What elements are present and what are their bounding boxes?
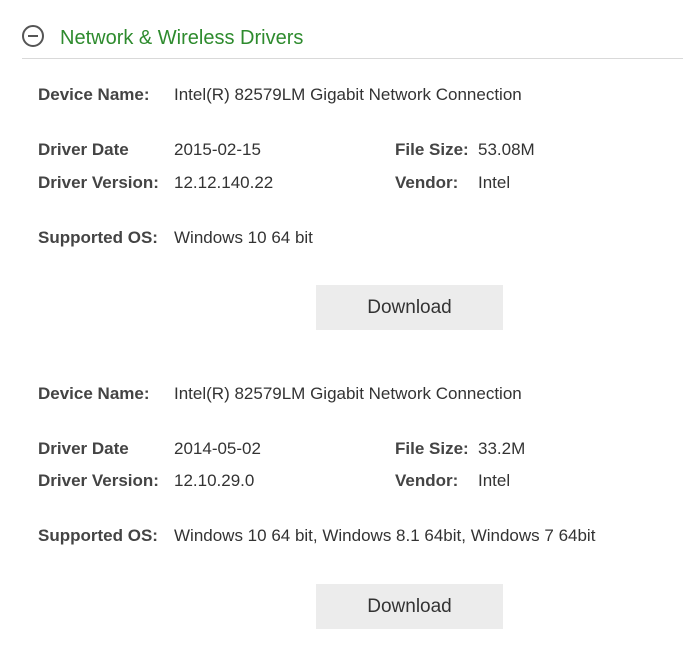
driver-date-value: 2014-05-02: [174, 439, 261, 458]
driver-version-value: 12.12.140.22: [174, 173, 274, 192]
download-button[interactable]: Download: [316, 584, 503, 629]
device-name-value: Intel(R) 82579LM Gigabit Network Connect…: [174, 85, 522, 104]
driver-entry: Device Name: Intel(R) 82579LM Gigabit Ne…: [0, 0, 683, 330]
driver-date-label: Driver Date: [38, 439, 129, 458]
file-size-label: File Size:: [395, 439, 469, 458]
vendor-value: Intel: [478, 173, 511, 192]
device-name-label: Device Name:: [38, 85, 150, 104]
vendor-label: Vendor:: [395, 173, 459, 192]
supported-os-value: Windows 10 64 bit, Windows 8.1 64bit, Wi…: [174, 526, 596, 545]
vendor-label: Vendor:: [395, 471, 459, 490]
file-size-value: 33.2M: [478, 439, 526, 458]
driver-entry: Device Name: Intel(R) 82579LM Gigabit Ne…: [0, 299, 683, 629]
driver-version-value: 12.10.29.0: [174, 471, 255, 490]
device-name-label: Device Name:: [38, 384, 150, 403]
vendor-value: Intel: [478, 471, 511, 490]
supported-os-label: Supported OS:: [38, 526, 158, 545]
supported-os-label: Supported OS:: [38, 228, 158, 247]
driver-date-value: 2015-02-15: [174, 140, 261, 159]
driver-version-label: Driver Version:: [38, 471, 159, 490]
supported-os-value: Windows 10 64 bit: [174, 228, 313, 247]
file-size-label: File Size:: [395, 140, 469, 159]
device-name-value: Intel(R) 82579LM Gigabit Network Connect…: [174, 384, 522, 403]
file-size-value: 53.08M: [478, 140, 535, 159]
driver-version-label: Driver Version:: [38, 173, 159, 192]
driver-date-label: Driver Date: [38, 140, 129, 159]
